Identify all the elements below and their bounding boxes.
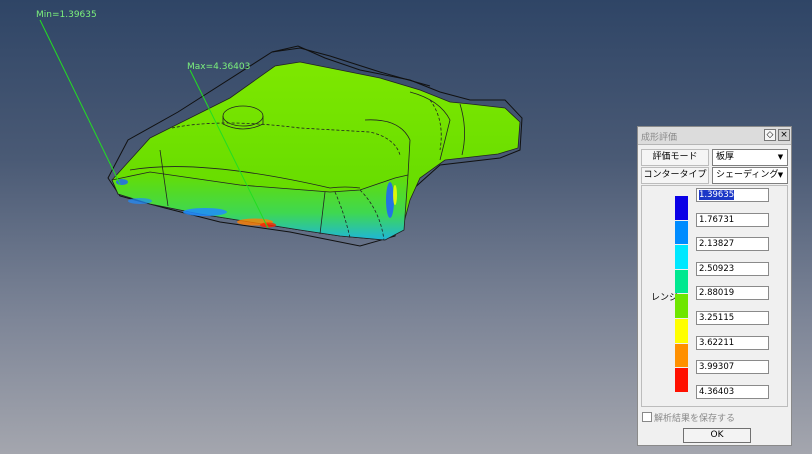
range-value-input[interactable]: 2.13827: [696, 237, 769, 252]
range-value-input[interactable]: 2.88019: [696, 286, 769, 301]
color-swatch: [675, 294, 688, 318]
save-result-checkbox[interactable]: [642, 412, 652, 422]
range-value-text: 3.25115: [699, 313, 735, 323]
forming-evaluation-dialog: 成形評価 ◇ × 評価モード 板厚 ▼ コンタータイプ シェーディング ▼ レン…: [637, 126, 792, 446]
contour-type-value: シェーディング: [716, 170, 779, 180]
range-value-text: 1.76731: [699, 214, 735, 225]
range-value-input[interactable]: 3.25115: [696, 311, 769, 325]
save-result-label: 解析結果を保存する: [654, 414, 736, 424]
range-value-input[interactable]: 1.76731: [696, 212, 769, 227]
close-icon[interactable]: ×: [778, 129, 790, 141]
color-swatch: [675, 368, 688, 392]
range-value-input[interactable]: 1.39635: [696, 188, 769, 202]
contour-type-row: コンタータイプ シェーディング ▼: [641, 167, 788, 184]
pin-icon[interactable]: ◇: [764, 129, 776, 141]
range-value-input[interactable]: 3.62211: [696, 335, 769, 350]
range-label: レンジ: [651, 293, 679, 303]
range-value-input[interactable]: 3.99307: [696, 360, 769, 375]
color-swatch: [675, 343, 688, 368]
range-value-text: 2.88019: [699, 288, 735, 299]
color-swatch: [675, 245, 688, 269]
range-value-input[interactable]: 2.50923: [696, 261, 769, 276]
dialog-titlebar[interactable]: 成形評価 ◇ ×: [638, 127, 791, 145]
range-panel: レンジ 1.39635 1.76731 2.13827 2.50923 2.88019 3…: [641, 185, 788, 407]
eval-mode-value: 板厚: [716, 152, 735, 162]
eval-mode-label: 評価モード: [641, 149, 709, 166]
color-swatch: [675, 196, 688, 220]
chevron-down-icon[interactable]: ▼: [775, 169, 786, 182]
range-value-text: 1.39635: [699, 190, 735, 200]
eval-mode-row: 評価モード 板厚 ▼: [641, 149, 788, 166]
contour-type-select[interactable]: シェーディング ▼: [712, 167, 788, 184]
color-swatch: [675, 319, 688, 343]
chevron-down-icon[interactable]: ▼: [775, 151, 786, 164]
contour-type-label: コンタータイプ: [641, 167, 709, 184]
range-value-text: 3.99307: [699, 362, 735, 373]
color-swatch: [675, 220, 688, 245]
range-value-text: 2.13827: [699, 239, 735, 250]
range-value-text: 3.62211: [699, 337, 735, 348]
max-annotation: Max=4.36403: [187, 62, 251, 72]
eval-mode-select[interactable]: 板厚 ▼: [712, 149, 788, 166]
range-value-text: 4.36403: [699, 386, 735, 397]
range-value-text: 2.50923: [699, 263, 735, 274]
color-swatch: [675, 269, 688, 294]
min-annotation: Min=1.39635: [36, 10, 97, 20]
dialog-title: 成形評価: [641, 133, 678, 143]
ok-button[interactable]: OK: [683, 428, 751, 443]
range-value-input[interactable]: 4.36403: [696, 384, 769, 399]
